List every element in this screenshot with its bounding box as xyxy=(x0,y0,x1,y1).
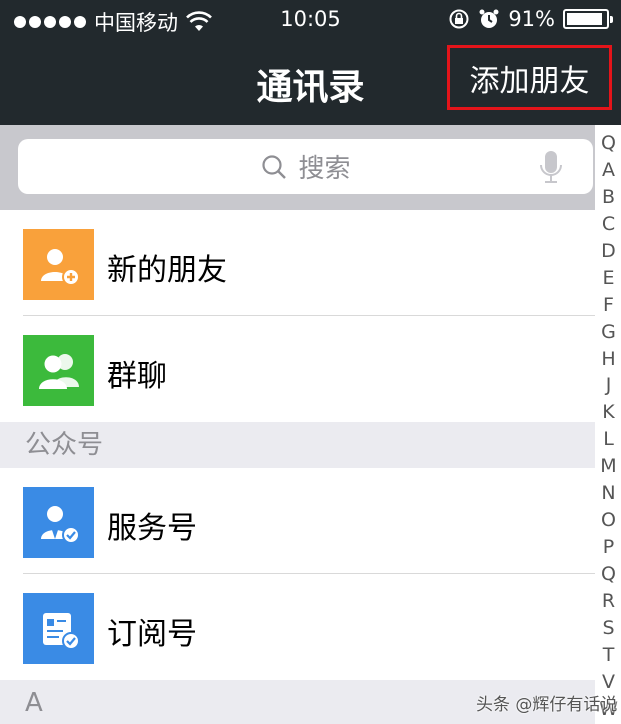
status-bar: 中国移动 10:05 91% xyxy=(0,0,621,40)
index-letter[interactable]: Q xyxy=(596,130,621,157)
index-letter[interactable]: F xyxy=(596,292,621,319)
index-letter[interactable]: G xyxy=(596,319,621,346)
index-letter[interactable]: E xyxy=(596,265,621,292)
list-item-label: 新的朋友 xyxy=(107,253,227,288)
contacts-list: 新的朋友 群聊 公众号 服务号 订阅号 A xyxy=(0,210,595,724)
index-letter[interactable]: P xyxy=(596,534,621,561)
rotation-lock-icon xyxy=(449,9,469,29)
index-letter[interactable]: T xyxy=(596,642,621,669)
search-placeholder: 搜索 xyxy=(298,154,351,184)
add-friend-button[interactable]: 添加朋友 xyxy=(447,45,612,110)
index-letter[interactable]: D xyxy=(596,238,621,265)
list-item-subscription-accounts[interactable]: 订阅号 xyxy=(0,574,595,680)
search-area: 搜索 xyxy=(0,125,595,210)
index-letter[interactable]: J xyxy=(596,372,621,399)
list-item-service-accounts[interactable]: 服务号 xyxy=(0,468,595,574)
index-letter[interactable]: O xyxy=(596,507,621,534)
list-item-label: 群聊 xyxy=(107,359,167,394)
section-header-public-accounts: 公众号 xyxy=(0,422,595,468)
index-letter[interactable]: B xyxy=(596,184,621,211)
search-icon xyxy=(262,154,287,179)
list-item-label: 订阅号 xyxy=(107,617,197,652)
microphone-icon[interactable] xyxy=(539,150,563,184)
new-friend-icon xyxy=(23,229,94,300)
index-letter[interactable]: C xyxy=(596,211,621,238)
alphabet-index[interactable]: QABCDEFGHJKLMNOPQRSTVW xyxy=(596,130,621,724)
list-item-new-friends[interactable]: 新的朋友 xyxy=(0,210,595,316)
search-input[interactable]: 搜索 xyxy=(18,139,593,194)
alarm-icon xyxy=(479,9,499,28)
list-item-label: 服务号 xyxy=(107,511,197,546)
index-letter[interactable]: R xyxy=(596,588,621,615)
watermark: 头条 @辉仔有话说 xyxy=(476,695,618,715)
index-letter[interactable]: S xyxy=(596,615,621,642)
subscription-account-icon xyxy=(23,593,94,664)
index-letter[interactable]: N xyxy=(596,480,621,507)
index-letter[interactable]: H xyxy=(596,346,621,373)
index-letter[interactable]: M xyxy=(596,453,621,480)
battery-icon xyxy=(563,9,613,29)
index-letter[interactable]: L xyxy=(596,426,621,453)
service-account-icon xyxy=(23,487,94,558)
index-letter[interactable]: Q xyxy=(596,561,621,588)
index-letter[interactable]: K xyxy=(596,399,621,426)
group-chat-icon xyxy=(23,335,94,406)
index-letter[interactable]: A xyxy=(596,157,621,184)
list-item-group-chats[interactable]: 群聊 xyxy=(0,316,595,422)
battery-percent: 91% xyxy=(508,7,555,31)
top-bar: 中国移动 10:05 91% 通讯录 添加朋友 xyxy=(0,0,621,125)
